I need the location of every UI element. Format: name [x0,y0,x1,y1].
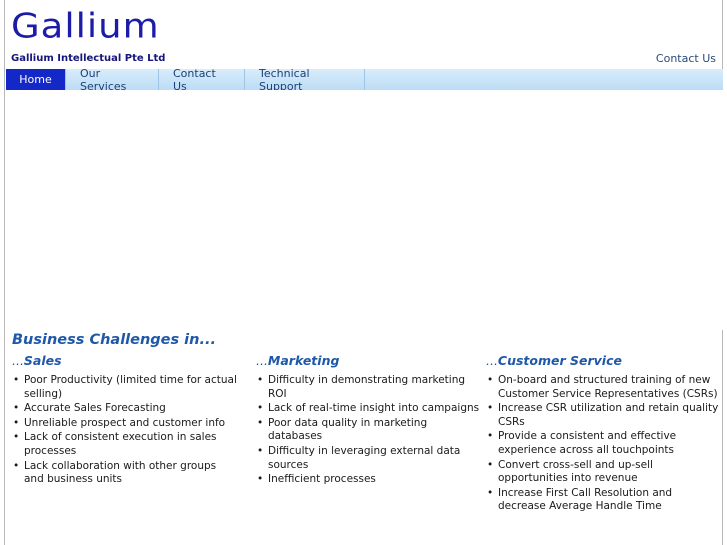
company-name: Gallium Intellectual Pte Ltd [11,53,166,64]
customer-service-list: On-board and structured training of new … [486,374,721,514]
heading-prefix: ... [256,353,268,368]
list-item: Increase First Call Resolution and decre… [486,487,721,514]
column-heading-customer-service: ...Customer Service [486,353,721,369]
banner-area [6,90,723,330]
list-item: On-board and structured training of new … [486,374,721,401]
gallium-logo[interactable]: Gallium [11,6,160,46]
page-frame: Gallium Gallium Intellectual Pte Ltd Con… [4,0,723,545]
section-title: Business Challenges in... [12,332,216,348]
list-item: Provide a consistent and effective exper… [486,430,721,457]
heading-prefix: ... [12,353,24,368]
list-item: Unreliable prospect and customer info [12,417,237,431]
list-item: Accurate Sales Forecasting [12,402,237,416]
sales-list: Poor Productivity (limited time for actu… [12,374,237,487]
heading-text: Sales [23,353,62,368]
marketing-list: Difficulty in demonstrating marketing RO… [256,374,481,487]
header-contact-link[interactable]: Contact Us [656,52,716,65]
list-item: Poor data quality in marketing databases [256,417,481,444]
list-item: Lack of consistent execution in sales pr… [12,431,237,458]
list-item: Increase CSR utilization and retain qual… [486,402,721,429]
nav-contact-us[interactable]: Contact Us [159,67,245,93]
nav-home[interactable]: Home [6,69,66,90]
list-item: Difficulty in demonstrating marketing RO… [256,374,481,401]
column-marketing: ...Marketing Difficulty in demonstrating… [256,353,481,488]
heading-text: Marketing [267,353,340,368]
main-nav: Home Our Services Contact Us Technical S… [6,67,723,93]
list-item: Convert cross-sell and up-sell opportuni… [486,459,721,486]
column-heading-marketing: ...Marketing [256,353,481,369]
list-item: Poor Productivity (limited time for actu… [12,374,237,401]
list-item: Lack of real-time insight into campaigns [256,402,481,416]
list-item: Inefficient processes [256,473,481,487]
column-sales: ...Sales Poor Productivity (limited time… [12,353,237,488]
heading-text: Customer Service [497,353,622,368]
column-heading-sales: ...Sales [12,353,237,369]
nav-technical-support[interactable]: Technical Support [245,67,365,93]
list-item: Difficulty in leveraging external data s… [256,445,481,472]
nav-our-services[interactable]: Our Services [66,67,159,93]
column-customer-service: ...Customer Service On-board and structu… [486,353,721,515]
heading-prefix: ... [486,353,498,368]
list-item: Lack collaboration with other groups and… [12,460,237,487]
